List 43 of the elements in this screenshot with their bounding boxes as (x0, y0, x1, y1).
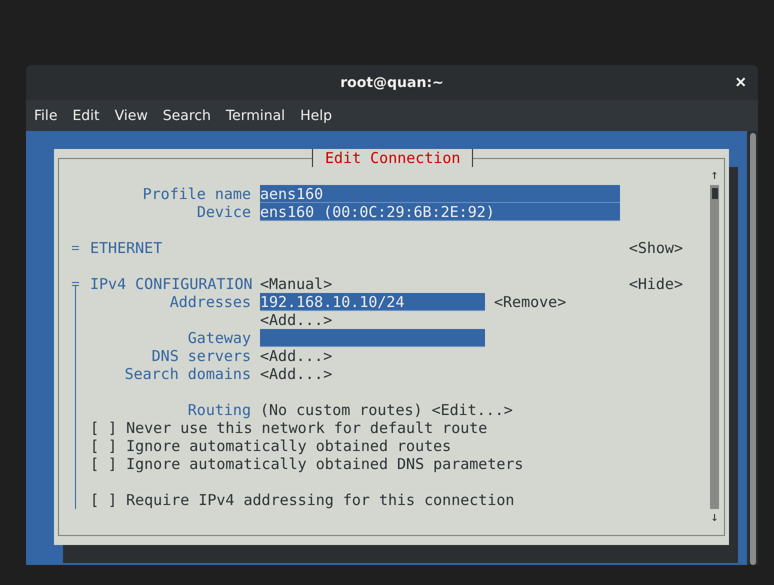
add-button[interactable]: <Add...> (260, 311, 332, 329)
scroll-up-button[interactable]: ↑ (710, 167, 719, 185)
input-field[interactable]: ens160 (00:0C:29:6B:2E:92) (260, 203, 620, 221)
section-title: IPv4 CONFIGURATION (90, 275, 253, 293)
edit-button[interactable]: <Edit...> (432, 401, 513, 419)
field-label: Search domains (124, 365, 252, 383)
checkbox-label: Ignore automatically obtained DNS parameters (126, 455, 524, 473)
checkbox[interactable]: [ ] (90, 419, 118, 437)
window-title: root@quan:~ (340, 74, 444, 90)
remove-button[interactable]: <Remove> (494, 293, 566, 311)
checkbox[interactable]: [ ] (90, 437, 118, 455)
menu-item[interactable]: File (28, 104, 64, 128)
mode-dropdown[interactable]: <Manual> (260, 275, 332, 293)
field-label: Profile name (142, 185, 252, 203)
checkbox[interactable]: [ ] (90, 455, 118, 473)
input-field[interactable] (260, 329, 485, 347)
add-button[interactable]: <Add...> (260, 347, 332, 365)
menu-item[interactable]: View (108, 104, 154, 128)
add-button[interactable]: <Add...> (260, 365, 332, 383)
checkbox[interactable]: [ ] (90, 491, 118, 509)
menu-item[interactable]: Edit (66, 104, 106, 128)
checkbox-label: Never use this network for default route (126, 419, 488, 437)
field-label: Addresses (168, 293, 252, 311)
scroll-down-button[interactable]: ↓ (710, 509, 719, 527)
checkbox-label: Ignore automatically obtained routes (126, 437, 452, 455)
field-label: Gateway (186, 329, 252, 347)
checkbox-label: Require IPv4 addressing for this connection (126, 491, 514, 509)
scrollbar-thumb[interactable] (750, 133, 756, 565)
input-field[interactable]: aens160 (260, 185, 620, 203)
routing-value: (No custom routes) (260, 401, 423, 419)
menu-item[interactable]: Help (294, 104, 338, 128)
dialog-title: Edit Connection (312, 149, 474, 167)
toggle-button[interactable]: <Show> (628, 239, 683, 257)
field-label: Device (196, 203, 252, 221)
close-button[interactable]: × (731, 73, 750, 91)
menu-item[interactable]: Terminal (220, 104, 292, 128)
section-title: ETHERNET (90, 239, 162, 257)
menu-item[interactable]: Search (156, 104, 217, 128)
toggle-button[interactable]: <Hide> (628, 275, 683, 293)
input-field[interactable]: 192.168.10.10/24 (260, 293, 485, 311)
scrollbar-thumb[interactable] (712, 188, 718, 199)
field-label: DNS servers (150, 347, 252, 365)
field-label: Routing (186, 401, 252, 419)
